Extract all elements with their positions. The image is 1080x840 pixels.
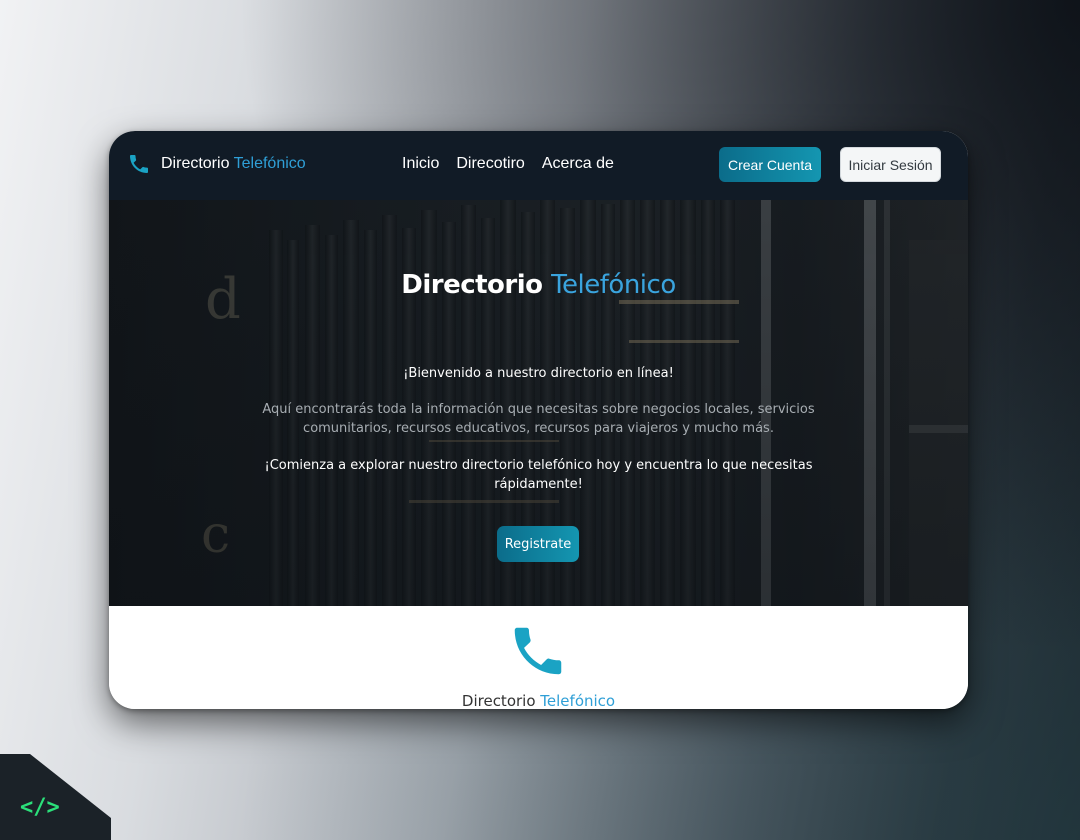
nav-link-directorio[interactable]: Direcotiro <box>456 155 524 173</box>
hero-title-accent: Telefónico <box>551 270 676 300</box>
nav-links: Inicio Direcotiro Acerca de <box>402 155 631 173</box>
hero-cta-text: ¡Comienza a explorar nuestro directorio … <box>264 458 813 492</box>
footer-title: Directorio Telefónico <box>109 692 968 709</box>
nav-link-inicio[interactable]: Inicio <box>402 155 439 173</box>
registrate-button[interactable]: Registrate <box>497 526 579 562</box>
footer-title-plain: Directorio <box>461 692 536 709</box>
footer-title-accent: Telefónico <box>540 692 616 709</box>
hero-title: Directorio Telefónico <box>109 270 968 300</box>
code-icon: </> <box>20 795 60 820</box>
phone-icon <box>507 620 569 682</box>
brand-logo[interactable]: Directorio Telefónico <box>127 152 306 176</box>
brand-name: Directorio Telefónico <box>161 155 306 173</box>
nav-link-acerca-de[interactable]: Acerca de <box>542 155 614 173</box>
footer-section: Directorio Telefónico <box>109 606 968 709</box>
navbar: Directorio Telefónico Inicio Direcotiro … <box>109 131 968 200</box>
hero-section: d c Directorio Telefónico ¡Bienvenido a … <box>109 200 968 606</box>
hero-description-text: Aquí encontrarás toda la información que… <box>262 402 815 436</box>
hero-welcome-text: ¡Bienvenido a nuestro directorio en líne… <box>403 366 674 381</box>
brand-name-accent: Telefónico <box>233 155 306 172</box>
brand-name-plain: Directorio <box>161 155 230 172</box>
iniciar-sesion-button[interactable]: Iniciar Sesión <box>840 147 941 182</box>
hero-title-plain: Directorio <box>401 270 543 300</box>
crear-cuenta-button[interactable]: Crear Cuenta <box>719 147 821 182</box>
phone-icon <box>127 152 151 176</box>
browser-card: Directorio Telefónico Inicio Direcotiro … <box>109 131 968 709</box>
